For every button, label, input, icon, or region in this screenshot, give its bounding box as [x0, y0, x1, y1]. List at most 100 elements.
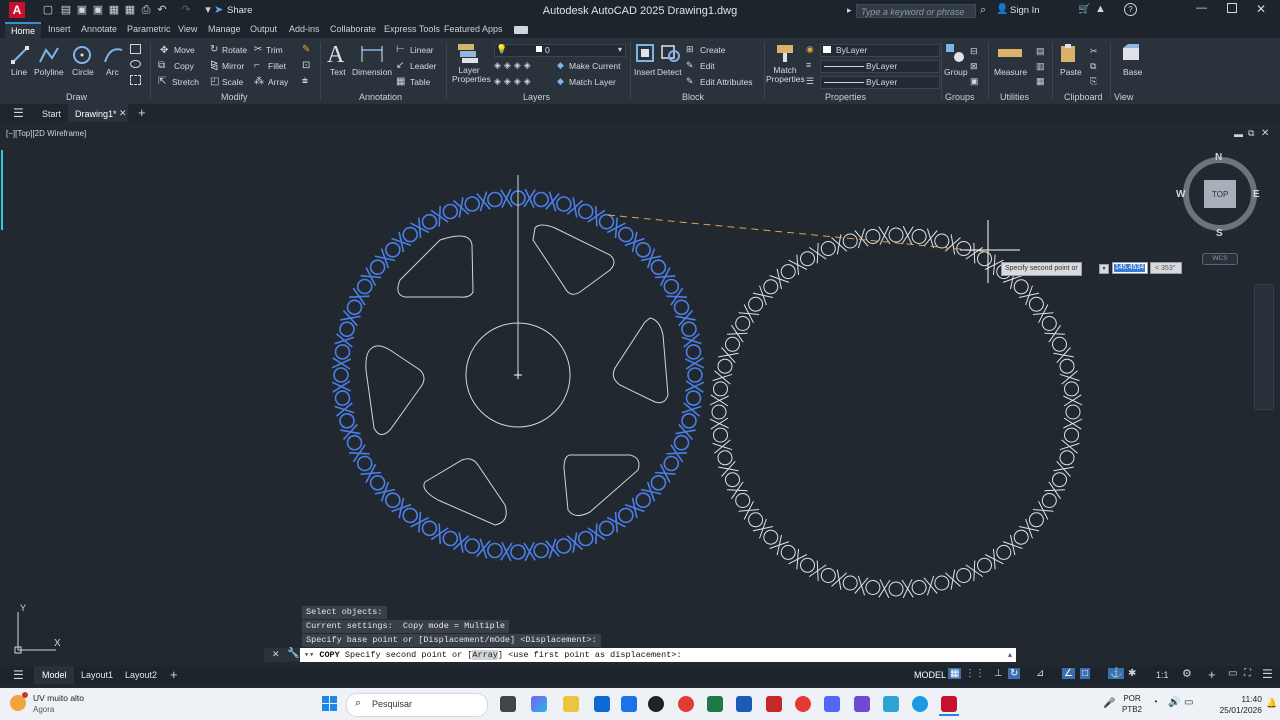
chain-link[interactable] [1065, 404, 1081, 420]
help-icon[interactable]: ? [1124, 3, 1137, 16]
tab-home[interactable]: Home [5, 22, 41, 38]
viewcube-top-label[interactable]: TOP [1212, 190, 1228, 199]
new-file-icon[interactable]: ▢ [42, 4, 54, 16]
redo-icon[interactable]: ↷ [180, 4, 192, 16]
chain-link[interactable] [334, 390, 351, 406]
copilot-icon[interactable] [531, 696, 547, 712]
tab-annotate[interactable]: Annotate [81, 24, 117, 34]
chain-link[interactable] [533, 542, 549, 559]
excel-icon[interactable] [707, 696, 723, 712]
file-explorer-icon[interactable] [563, 696, 579, 712]
chain-link[interactable] [663, 278, 680, 295]
chain-link[interactable] [577, 530, 594, 547]
layer-dropdown[interactable] [494, 44, 626, 57]
properties-panel-title[interactable]: Properties [825, 92, 866, 102]
chain-link[interactable] [934, 233, 950, 249]
annotation-panel-title[interactable]: Annotation [359, 92, 402, 102]
tab-layout1[interactable]: Layout1 [81, 670, 113, 680]
spoke-cutout[interactable] [365, 345, 425, 435]
chain-link[interactable] [888, 227, 904, 243]
leader-button[interactable]: Leader [410, 61, 436, 71]
object-snap-tracking-icon[interactable]: ∠ [1062, 668, 1075, 679]
chain-link[interactable] [865, 580, 881, 595]
isolate-icon[interactable]: ▭ [1228, 668, 1237, 679]
polyline-button[interactable]: Polyline [34, 67, 64, 77]
workspace-gear-icon[interactable]: ⚙ [1182, 667, 1192, 680]
chain-link[interactable] [487, 542, 503, 559]
chain-link[interactable] [339, 321, 355, 338]
tab-featured-apps[interactable]: Featured Apps [444, 24, 503, 34]
chain-link[interactable] [464, 196, 481, 212]
chain-link[interactable] [934, 575, 950, 591]
windows-start-icon[interactable] [322, 696, 338, 712]
move-button[interactable]: Move [174, 45, 195, 55]
chain-link[interactable] [356, 455, 373, 472]
chain-link[interactable] [617, 226, 634, 243]
chain-link[interactable] [402, 226, 419, 243]
save-icon[interactable]: ▣ [76, 4, 88, 16]
dynamic-input-options-icon[interactable]: ▾ [1099, 264, 1109, 274]
tab-start[interactable]: Start [42, 109, 61, 119]
visual-studio-icon[interactable] [854, 696, 870, 712]
grid-icon[interactable]: ▦ [948, 668, 962, 679]
new-layout-icon[interactable]: + [170, 667, 178, 682]
chain-link[interactable] [1041, 493, 1057, 508]
tab-parametric[interactable]: Parametric [127, 24, 171, 34]
chain-link[interactable] [346, 299, 363, 316]
chain-link[interactable] [911, 229, 927, 244]
trim-button[interactable]: Trim [266, 45, 283, 55]
angle-input[interactable]: < 353° [1150, 262, 1182, 274]
modify-panel-title[interactable]: Modify [221, 92, 248, 102]
fillet-button[interactable]: Fillet [268, 61, 286, 71]
weather-text[interactable]: UV muito alto [33, 693, 84, 703]
copied-sprocket-chain[interactable] [709, 225, 1083, 599]
group-tools-icon[interactable]: ⊟ ⊠ ▣ [970, 44, 979, 89]
chain-link[interactable] [1041, 316, 1057, 331]
chain-link[interactable] [598, 213, 615, 230]
chain-link[interactable] [911, 580, 927, 595]
learn-icon[interactable]: ▲ [1095, 3, 1106, 15]
chain-link[interactable] [713, 427, 728, 443]
chain-link[interactable] [685, 390, 702, 406]
block-panel-title[interactable]: Block [682, 92, 704, 102]
autoscale-icon[interactable]: ✱ [1128, 668, 1136, 679]
chain-link[interactable] [464, 538, 481, 554]
isodraft-icon[interactable]: ⊿ [1036, 668, 1044, 679]
chain-link[interactable] [685, 344, 702, 360]
measure-button[interactable]: Measure [994, 67, 1027, 77]
edit-attributes-button[interactable]: Edit Attributes [700, 77, 752, 87]
chain-link[interactable] [650, 474, 667, 491]
tab-add-ins[interactable]: Add-ins [289, 24, 320, 34]
chain-link[interactable] [780, 544, 796, 560]
layer-tools-row-icon[interactable]: ◈◈◈◈ [494, 76, 534, 87]
volume-icon[interactable]: 🔊 [1168, 697, 1180, 708]
cart-icon[interactable]: 🛒 [1078, 4, 1090, 15]
dimension-button[interactable]: Dimension [352, 67, 392, 77]
chain-link[interactable] [1028, 296, 1044, 312]
text-button[interactable]: Text [330, 67, 346, 77]
match-properties-button[interactable]: Match Properties [766, 66, 805, 84]
chain-link[interactable] [1059, 358, 1075, 374]
chain-link[interactable] [956, 568, 972, 583]
chain-link[interactable] [1052, 472, 1067, 488]
chain-link[interactable] [384, 242, 401, 258]
chain-link[interactable] [735, 493, 751, 508]
new-tab-icon[interactable]: + [138, 105, 146, 120]
array-option[interactable]: Array [472, 650, 498, 660]
spoke-cutout[interactable] [423, 458, 507, 526]
command-recent-icon[interactable]: ▾▾ [304, 650, 314, 660]
taskbar-search[interactable] [346, 693, 488, 717]
rectangle-icon[interactable] [130, 44, 141, 54]
notifications-icon[interactable]: 🔔 [1266, 698, 1277, 709]
chain-link[interactable] [577, 203, 594, 220]
chain-link[interactable] [713, 381, 728, 397]
edit-block-button[interactable]: Edit [700, 61, 715, 71]
dell-icon[interactable] [648, 696, 664, 712]
command-line-input[interactable]: ▾▾ COPY Specify second point or [Array] … [300, 648, 1016, 662]
chain-link[interactable] [820, 241, 836, 256]
copy-button[interactable]: Copy [174, 61, 194, 71]
annotation-visibility-icon[interactable]: ⚓ [1108, 668, 1125, 679]
chain-link[interactable] [977, 251, 992, 267]
clipboard-panel-title[interactable]: Clipboard [1064, 92, 1103, 102]
wifi-icon[interactable]: ◔ [1152, 697, 1158, 708]
